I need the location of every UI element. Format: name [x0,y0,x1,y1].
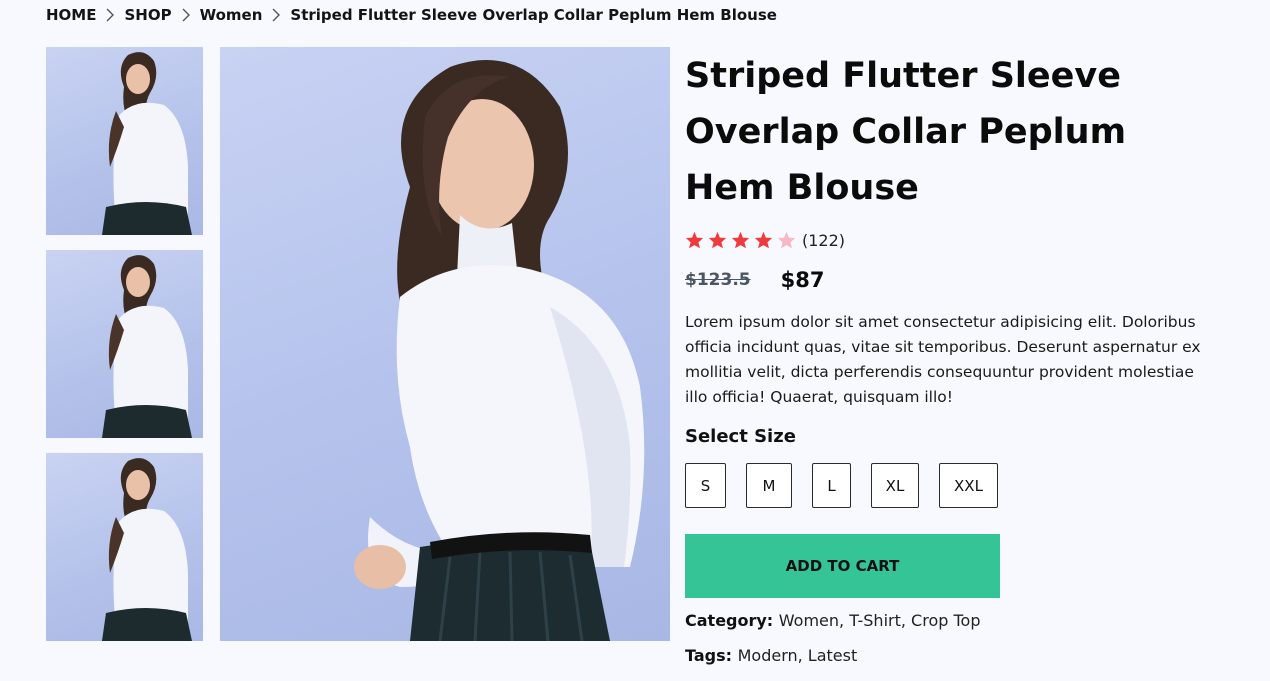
select-size-label: Select Size [685,426,796,447]
rating-stars [685,231,796,249]
product-prices: $123.5 $87 [685,266,1225,294]
tag-links[interactable]: Modern, Latest [738,646,858,665]
category-label: Category: [685,611,779,630]
size-options: S M L XL XXL [685,463,1225,508]
model-photo-thumbnail [102,255,192,438]
product-thumbnail[interactable] [46,453,203,641]
review-count[interactable]: (122) [802,231,845,250]
star-filled-icon [754,231,773,249]
star-empty-icon [777,231,796,249]
chevron-right-icon [182,8,190,22]
product-thumbnail[interactable] [46,250,203,438]
breadcrumb: HOME SHOP Women Striped Flutter Sleeve O… [46,4,777,26]
product-thumbnail[interactable] [46,47,203,235]
model-photo-thumbnail [102,458,192,641]
breadcrumb-home-link[interactable]: HOME [46,6,96,24]
tags-label: Tags: [685,646,738,665]
add-to-cart-button[interactable]: ADD TO CART [685,534,1000,598]
chevron-right-icon [272,8,281,22]
size-option-xxl[interactable]: XXL [939,463,998,508]
product-main-image[interactable] [220,47,670,641]
size-option-s[interactable]: S [685,463,726,508]
star-filled-icon [685,231,704,249]
star-filled-icon [731,231,750,249]
category-links[interactable]: Women, T-Shirt, Crop Top [779,611,981,630]
product-rating: (122) [685,230,1225,250]
product-info: Striped Flutter Sleeve Overlap Collar Pe… [685,48,1225,667]
old-price: $123.5 [685,270,751,290]
product-description: Lorem ipsum dolor sit amet consectetur a… [685,313,1201,406]
size-option-m[interactable]: M [746,463,792,508]
chevron-right-icon [106,8,115,22]
product-category: Category: Women, T-Shirt, Crop Top [685,610,1225,632]
model-photo-thumbnail [102,52,192,235]
model-photo-main [354,60,645,641]
size-option-l[interactable]: L [812,463,851,508]
product-thumbnails [46,47,203,656]
product-title: Striped Flutter Sleeve Overlap Collar Pe… [685,56,1127,208]
breadcrumb-shop-link[interactable]: SHOP [124,6,171,24]
product-tags: Tags: Modern, Latest [685,645,1225,667]
current-price: $87 [780,268,825,292]
star-filled-icon [708,231,727,249]
size-option-xl[interactable]: XL [871,463,919,508]
breadcrumb-current-page: Striped Flutter Sleeve Overlap Collar Pe… [290,6,777,24]
breadcrumb-women-link[interactable]: Women [200,6,263,24]
